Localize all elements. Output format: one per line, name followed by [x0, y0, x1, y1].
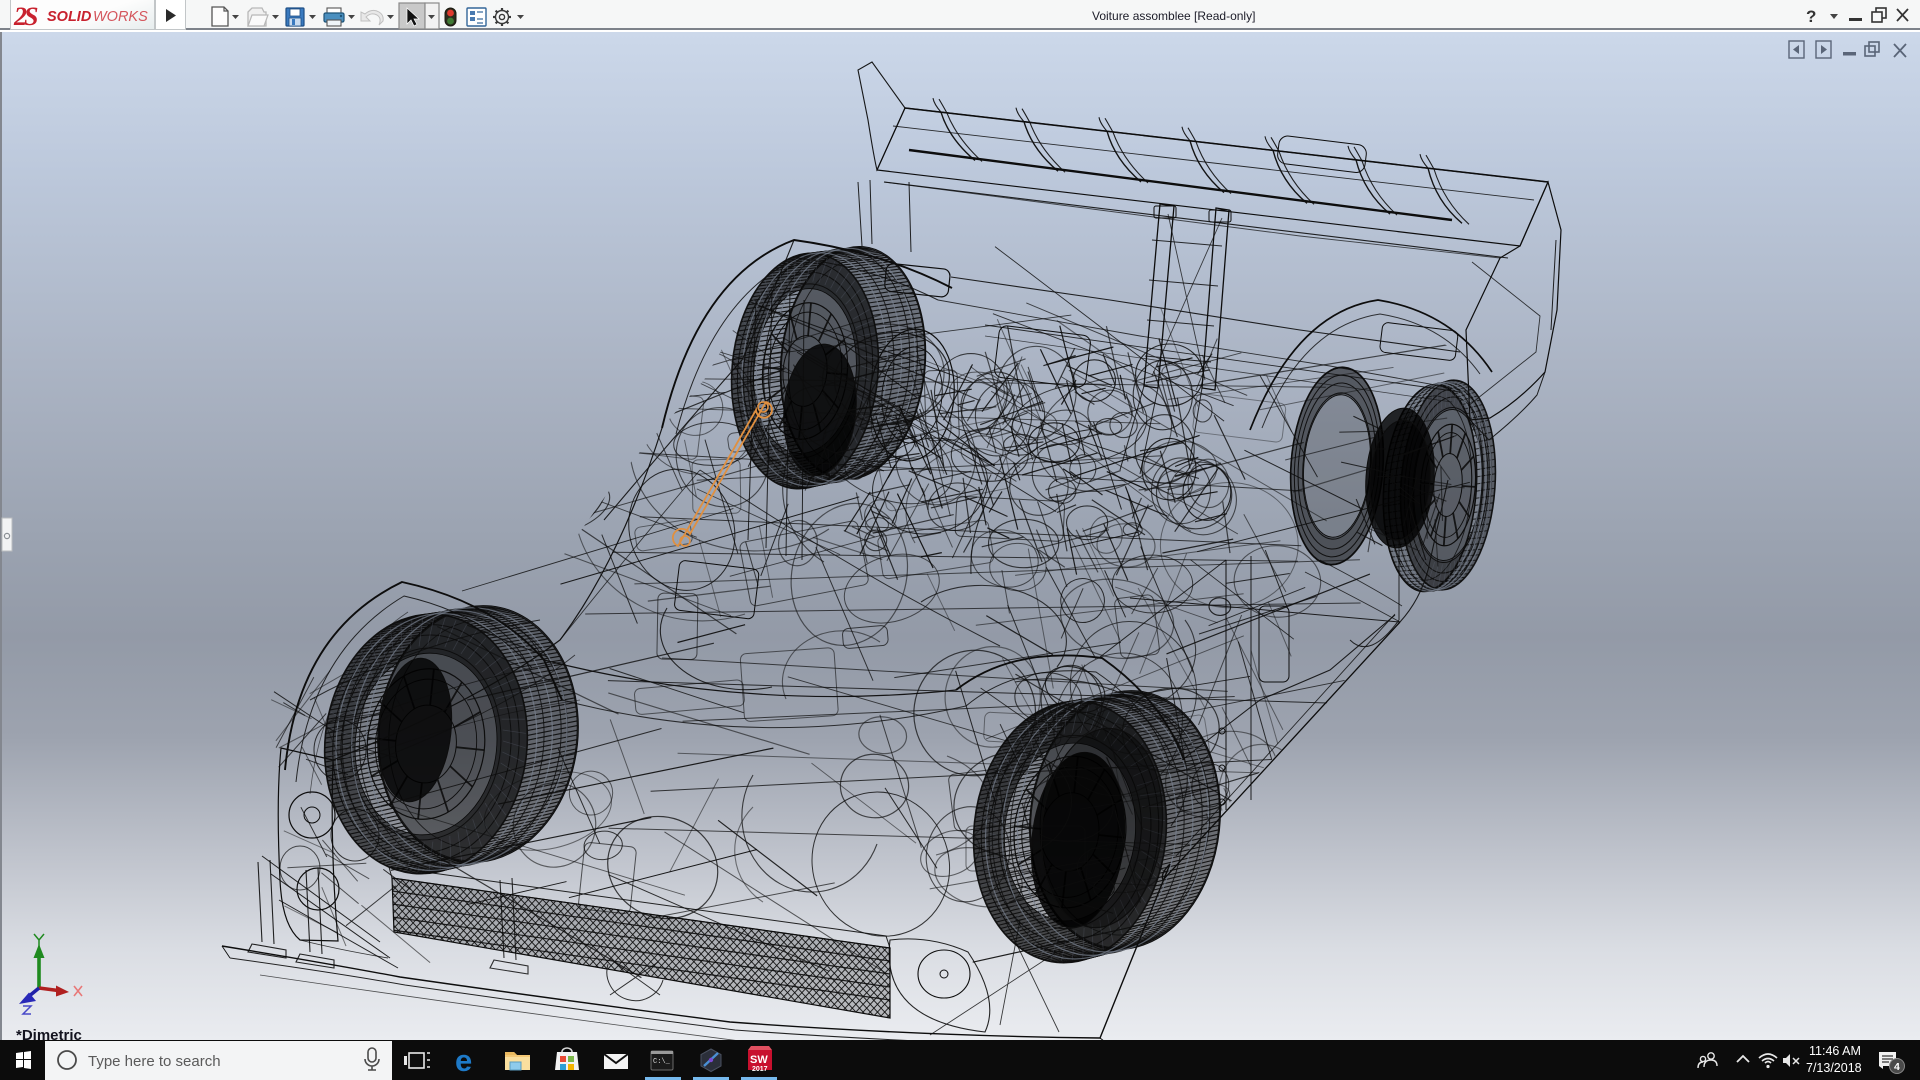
svg-text:C:\_: C:\_ [653, 1058, 671, 1066]
svg-text:2017: 2017 [752, 1066, 768, 1073]
svg-text:2S: 2S [13, 2, 38, 31]
svg-text:?: ? [1806, 7, 1816, 26]
svg-text:SW: SW [750, 1054, 768, 1066]
svg-text:e: e [455, 1043, 472, 1078]
svg-text:SOLID: SOLID [47, 9, 92, 25]
svg-text:11:46 AM: 11:46 AM [1809, 1044, 1861, 1058]
svg-text:4: 4 [1894, 1061, 1900, 1073]
svg-text:WORKS: WORKS [93, 9, 148, 25]
svg-text:Type here to search: Type here to search [88, 1053, 221, 1070]
svg-text:7/13/2018: 7/13/2018 [1806, 1061, 1862, 1075]
svg-text:Voiture assomblee [Read-only]: Voiture assomblee [Read-only] [1092, 9, 1255, 23]
